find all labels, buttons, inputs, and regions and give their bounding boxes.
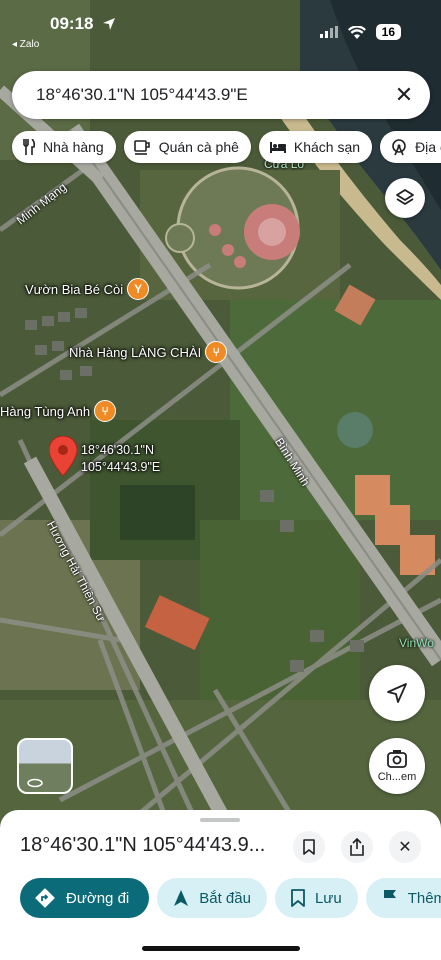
camera-lens-icon xyxy=(387,750,407,768)
restaurant-icon: ⑂ xyxy=(205,341,228,363)
more-button[interactable]: Thêm xyxy=(365,878,441,918)
status-icons: 16 xyxy=(319,24,401,40)
place-bottom-sheet[interactable]: 18°46'30.1"N 105°44'43.9... ✕ Đường đi B… xyxy=(0,810,441,960)
wifi-icon xyxy=(347,25,366,39)
fork-knife-icon xyxy=(23,139,36,155)
pin-label-lng: 105°44'43.9"E xyxy=(81,460,161,474)
save-label: Lưu xyxy=(314,889,342,907)
navigation-arrow-icon xyxy=(387,683,407,703)
chip-label: Địa c xyxy=(415,139,441,155)
save-bookmark-button[interactable] xyxy=(293,831,325,863)
sheet-drag-handle[interactable] xyxy=(200,818,240,822)
close-icon: ✕ xyxy=(398,839,412,856)
directions-label: Đường đi xyxy=(66,889,130,907)
chip-hotels[interactable]: Khách sạn xyxy=(258,131,373,163)
poi-label: Hàng Tùng Anh xyxy=(0,403,91,419)
chip-attractions[interactable]: Địa c xyxy=(380,131,441,163)
pin-label: 18°46'30.1"N 105°44'43.9"E xyxy=(81,442,160,476)
close-icon[interactable]: ✕ xyxy=(392,83,416,107)
location-pin-icon[interactable] xyxy=(49,436,77,476)
attraction-icon xyxy=(392,139,406,156)
place-title: 18°46'30.1"N 105°44'43.9... xyxy=(20,834,266,856)
cellular-signal-icon xyxy=(319,26,338,38)
layers-button[interactable] xyxy=(385,178,425,218)
action-buttons: Đường đi Bắt đầu Lưu Thêm xyxy=(20,878,441,918)
bed-icon xyxy=(269,142,286,153)
lens-label: Ch...em xyxy=(377,771,417,783)
directions-button[interactable]: Đường đi xyxy=(20,878,150,918)
share-icon xyxy=(350,838,364,856)
close-sheet-button[interactable]: ✕ xyxy=(389,831,421,863)
back-to-app-link[interactable]: ◂ Zalo xyxy=(12,39,39,50)
search-query[interactable]: 18°46'30.1"N 105°44'43.9"E xyxy=(36,85,392,105)
poi-nha-hang-lang-chai[interactable]: Nhà Hàng LÀNG CHÀI ⑂ xyxy=(69,341,228,363)
my-location-button[interactable] xyxy=(369,665,425,721)
more-label: Thêm xyxy=(407,889,441,907)
poi-label: Nhà Hàng LÀNG CHÀI xyxy=(69,344,202,360)
chip-label: Nhà hàng xyxy=(43,139,104,155)
chip-restaurants[interactable]: Nhà hàng xyxy=(12,131,116,163)
chip-label: Khách sạn xyxy=(293,139,361,155)
navigation-arrow-icon xyxy=(174,890,189,906)
coffee-icon xyxy=(133,140,150,155)
bookmark-icon xyxy=(303,839,315,855)
status-bar: 09:18 ◂ Zalo 16 xyxy=(0,0,441,50)
category-chips: Nhà hàng Quán cà phê Khách sạn Địa c xyxy=(12,131,441,163)
bookmark-icon xyxy=(291,889,305,907)
poi-label-vinwo[interactable]: VinWo xyxy=(399,636,434,650)
save-button[interactable]: Lưu xyxy=(274,878,358,918)
home-indicator xyxy=(142,946,300,951)
layers-icon xyxy=(396,189,414,205)
chip-label: Quán cà phê xyxy=(158,139,239,155)
poi-label: Vườn Bia Bé Còi xyxy=(25,281,124,297)
poi-tung-anh[interactable]: Hàng Tùng Anh ⑂ xyxy=(0,400,117,422)
directions-icon xyxy=(35,888,55,908)
location-arrow-icon xyxy=(103,18,115,30)
poi-vuon-bia-be-coi[interactable]: Vườn Bia Bé Còi Y xyxy=(25,278,150,300)
street-view-thumbnail[interactable] xyxy=(17,738,73,794)
search-bar[interactable]: 18°46'30.1"N 105°44'43.9"E ✕ xyxy=(12,71,430,119)
battery-indicator: 16 xyxy=(375,24,401,40)
bar-icon: Y xyxy=(127,278,150,300)
lens-button[interactable]: Ch...em xyxy=(369,738,425,794)
street-view-rotate-icon xyxy=(27,778,43,788)
restaurant-icon: ⑂ xyxy=(94,400,117,422)
start-label: Bắt đầu xyxy=(199,889,251,907)
chip-coffee[interactable]: Quán cà phê xyxy=(123,131,251,163)
share-button[interactable] xyxy=(341,831,373,863)
status-time: 09:18 xyxy=(50,14,94,33)
start-button[interactable]: Bắt đầu xyxy=(157,878,267,918)
flag-icon xyxy=(383,890,396,906)
pin-label-lat: 18°46'30.1"N xyxy=(81,443,154,457)
